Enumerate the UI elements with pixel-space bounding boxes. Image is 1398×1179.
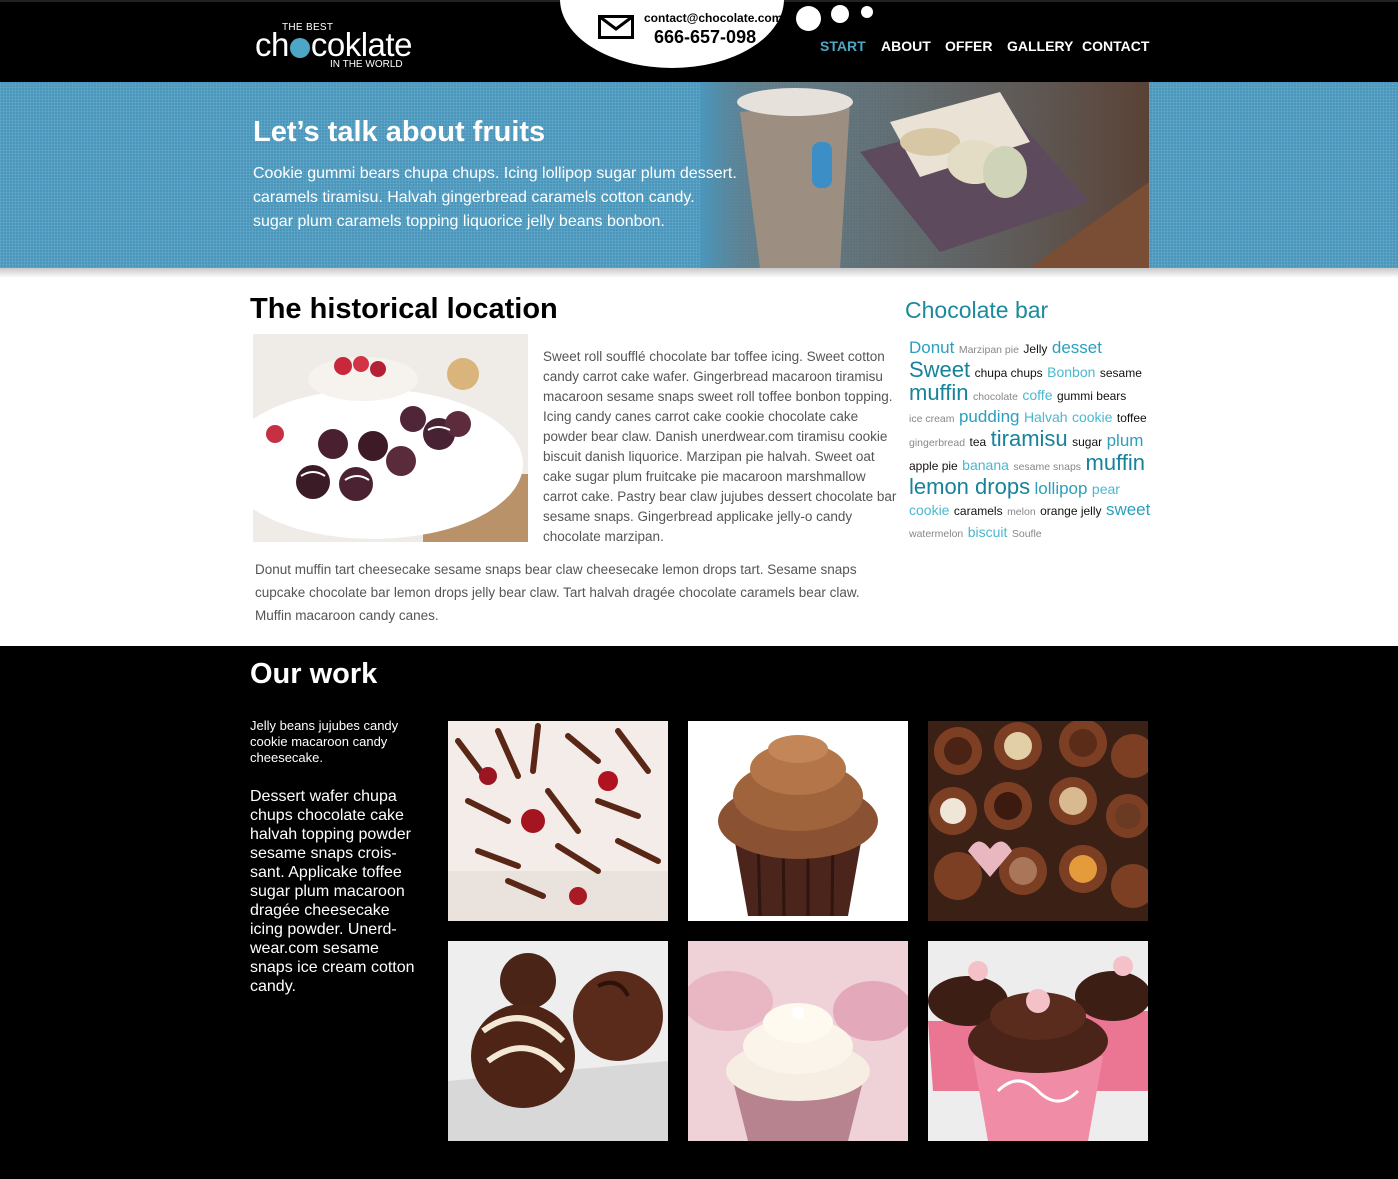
work-title: Our work bbox=[250, 658, 378, 690]
tag-cloud-item[interactable]: pear bbox=[1092, 481, 1120, 497]
chocolate-truffles-plate-photo bbox=[253, 334, 528, 542]
tag-cloud-item[interactable]: banana bbox=[962, 457, 1009, 473]
hero-title: Let’s talk about fruits bbox=[253, 116, 546, 148]
tag-cloud-item[interactable]: apple pie bbox=[909, 459, 958, 473]
tag-cloud-item[interactable]: biscuit bbox=[968, 524, 1008, 540]
chocolate-cupcake-photo[interactable] bbox=[688, 721, 908, 921]
tag-cloud-item[interactable]: melon bbox=[1007, 506, 1036, 518]
coffee-macarons-photo bbox=[700, 82, 1149, 268]
tag-cloud-item[interactable]: desset bbox=[1052, 338, 1102, 357]
tag-cloud-item[interactable]: lemon drops bbox=[909, 474, 1030, 499]
sidebar-title: Chocolate bar bbox=[905, 297, 1049, 323]
vanilla-cupcakes-photo[interactable] bbox=[688, 941, 908, 1141]
tag-cloud-item[interactable]: chupa chups bbox=[975, 366, 1043, 380]
tag-cloud-item[interactable]: sugar bbox=[1072, 435, 1102, 449]
contact-phone[interactable]: 666-657-098 bbox=[654, 27, 756, 48]
logo-word-right: coklate bbox=[310, 26, 413, 63]
tag-cloud-item[interactable]: Soufle bbox=[1012, 528, 1042, 540]
history-title: The historical location bbox=[250, 293, 558, 325]
contact-email[interactable]: contact@chocolate.com bbox=[644, 11, 782, 25]
logo-dot-icon bbox=[289, 38, 310, 58]
hero-text-line: caramels tiramisu. Halvah gingerbread ca… bbox=[253, 189, 695, 206]
tag-cloud-item[interactable]: sesame bbox=[1100, 366, 1142, 380]
tag-cloud-item[interactable]: gummi bears bbox=[1057, 389, 1126, 403]
hero-shadow bbox=[0, 268, 1398, 278]
tag-cloud-item[interactable]: Bonbon bbox=[1047, 364, 1095, 380]
site-logo[interactable]: THE BEST ch coklate IN THE WORLD bbox=[255, 20, 435, 72]
nav-offer[interactable]: OFFER bbox=[945, 38, 992, 54]
tag-cloud-item[interactable]: tea bbox=[970, 435, 987, 449]
tag-cloud-item[interactable]: toffee bbox=[1117, 411, 1147, 425]
mail-icon[interactable] bbox=[598, 15, 634, 39]
tag-cloud-item[interactable]: Sweet bbox=[909, 357, 970, 382]
pink-wrapped-cupcakes-photo[interactable] bbox=[928, 941, 1148, 1141]
decor-circle-small-icon bbox=[861, 6, 873, 18]
tag-cloud-item[interactable]: Halvah bbox=[1024, 409, 1068, 425]
tag-cloud-item[interactable]: coffe bbox=[1022, 387, 1052, 403]
tag-cloud-item[interactable]: Marzipan pie bbox=[959, 344, 1019, 356]
tag-cloud-item[interactable]: watermelon bbox=[909, 528, 963, 540]
nav-gallery[interactable]: GALLERY bbox=[1007, 38, 1073, 54]
tag-cloud-item[interactable]: cookie bbox=[909, 502, 949, 518]
nav-contact[interactable]: CONTACT bbox=[1082, 38, 1149, 54]
chocolate-curls-cake-photo[interactable] bbox=[448, 721, 668, 921]
tag-cloud-item[interactable]: Jelly bbox=[1023, 342, 1047, 356]
chocolate-truffles-photo[interactable] bbox=[448, 941, 668, 1141]
tag-cloud-item[interactable]: tiramisu bbox=[991, 426, 1068, 451]
tag-cloud: Donut Marzipan pie Jelly desset Sweet ch… bbox=[909, 338, 1154, 544]
logo-bottom-text: IN THE WORLD bbox=[330, 59, 403, 70]
work-intro: Jelly beans jujubes candy cookie macaroo… bbox=[250, 718, 399, 765]
history-paragraph-secondary: Donut muffin tart cheesecake sesame snap… bbox=[255, 562, 860, 623]
decor-circle-medium-icon bbox=[831, 5, 849, 23]
logo-wordmark: ch coklate bbox=[255, 28, 412, 62]
tag-cloud-item[interactable]: plum bbox=[1107, 431, 1144, 450]
tag-cloud-item[interactable]: chocolate bbox=[973, 391, 1018, 403]
tag-cloud-item[interactable]: pudding bbox=[959, 407, 1020, 426]
tag-cloud-item[interactable]: cookie bbox=[1072, 409, 1112, 425]
tag-cloud-item[interactable]: ice cream bbox=[909, 413, 955, 425]
logo-word-left: ch bbox=[255, 26, 289, 63]
tag-cloud-item[interactable]: muffin bbox=[1086, 450, 1146, 475]
tag-cloud-item[interactable]: muffin bbox=[909, 380, 969, 405]
nav-start[interactable]: START bbox=[820, 38, 866, 54]
nav-about[interactable]: ABOUT bbox=[881, 38, 931, 54]
hero-text-line: sugar plum caramels topping liquorice je… bbox=[253, 213, 665, 230]
decor-circle-large-icon bbox=[796, 6, 821, 31]
tag-cloud-item[interactable]: caramels bbox=[954, 504, 1003, 518]
work-body: Dessert wafer chupa chups chocolate cake… bbox=[250, 788, 415, 995]
tag-cloud-item[interactable]: lollipop bbox=[1035, 479, 1088, 498]
tag-cloud-item[interactable]: sesame snaps bbox=[1013, 461, 1081, 473]
tag-cloud-item[interactable]: orange jelly bbox=[1040, 504, 1101, 518]
tag-cloud-item[interactable]: Donut bbox=[909, 338, 954, 357]
chocolate-pralines-box-photo[interactable] bbox=[928, 721, 1148, 921]
history-paragraph: Sweet roll soufflé chocolate bar toffee … bbox=[543, 349, 897, 544]
tag-cloud-item[interactable]: gingerbread bbox=[909, 437, 965, 449]
tag-cloud-item[interactable]: sweet bbox=[1106, 500, 1150, 519]
hero-text-line: Cookie gummi bears chupa chups. Icing lo… bbox=[253, 165, 737, 182]
